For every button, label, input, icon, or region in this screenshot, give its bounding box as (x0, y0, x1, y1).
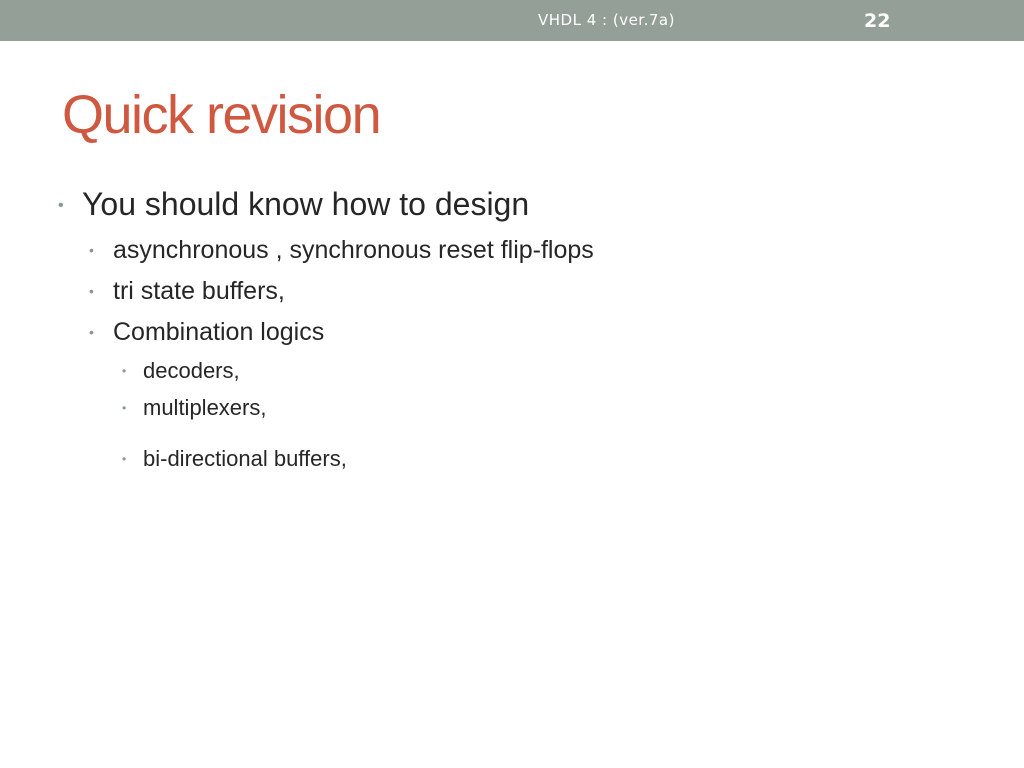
bullet-subsub-text: decoders, (143, 358, 240, 383)
header-text: VHDL 4 : (ver.7a) (538, 11, 675, 29)
bullet-subsub-item: • multiplexers, (122, 395, 266, 421)
bullet-dot-icon: • (122, 452, 127, 466)
bullet-sub-text: asynchronous , synchronous reset flip-fl… (113, 236, 594, 264)
bullet-subsub-item: • decoders, (122, 358, 240, 384)
bullet-subsub-item: • bi-directional buffers, (122, 446, 347, 472)
bullet-dot-icon: • (58, 197, 64, 214)
bullet-main-text: You should know how to design (82, 186, 530, 222)
bullet-main: • You should know how to design (58, 186, 529, 223)
slide-title: Quick revision (62, 85, 382, 145)
bullet-dot-icon: • (122, 401, 127, 415)
bullet-sub-item: • Combination logics (89, 318, 324, 347)
bullet-sub-item: • asynchronous , synchronous reset flip-… (89, 236, 594, 265)
bullet-dot-icon: • (122, 364, 127, 378)
bullet-sub-text: Combination logics (113, 318, 325, 346)
bullet-dot-icon: • (89, 283, 94, 299)
bullet-subsub-text: multiplexers, (143, 395, 267, 420)
bullet-sub-text: tri state buffers, (113, 277, 285, 305)
slide: VHDL 4 : (ver.7a) 22 Quick revision • Yo… (0, 0, 1024, 768)
bullet-dot-icon: • (89, 324, 94, 340)
page-number: 22 (864, 10, 891, 32)
bullet-sub-item: • tri state buffers, (89, 277, 285, 306)
header-bar: VHDL 4 : (ver.7a) 22 (0, 0, 1024, 41)
bullet-subsub-text: bi-directional buffers, (143, 446, 347, 471)
bullet-dot-icon: • (89, 242, 94, 258)
